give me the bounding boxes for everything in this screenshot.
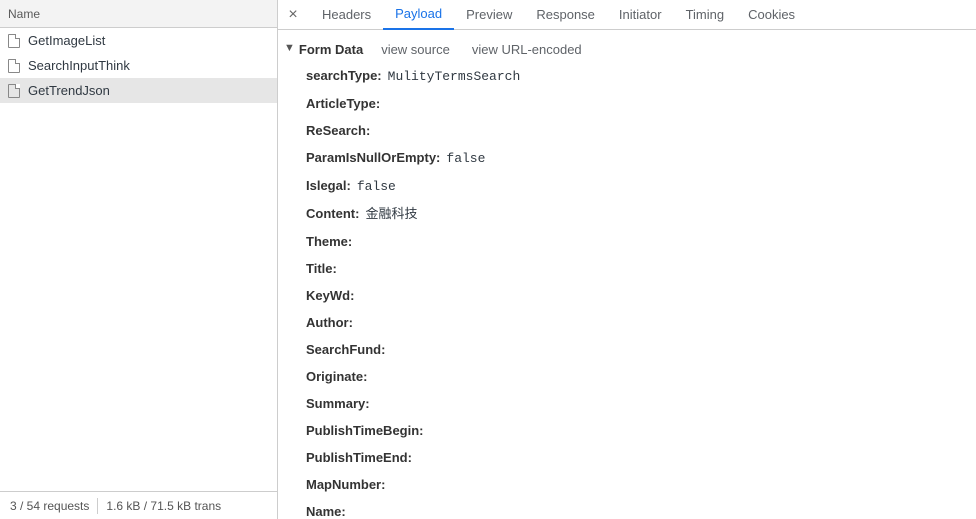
form-data-key: PublishTimeEnd bbox=[306, 444, 418, 471]
tab-response[interactable]: Response bbox=[524, 0, 607, 30]
request-row[interactable]: GetTrendJson bbox=[0, 78, 277, 103]
tab-timing[interactable]: Timing bbox=[674, 0, 737, 30]
form-data-row: Islegalfalse bbox=[306, 172, 976, 200]
request-row[interactable]: GetImageList bbox=[0, 28, 277, 53]
tab-headers-label: Headers bbox=[322, 7, 371, 22]
form-data-key: Name bbox=[306, 498, 352, 519]
tab-response-label: Response bbox=[536, 7, 595, 22]
form-data-row: Summary bbox=[306, 390, 976, 417]
form-data-key: SearchFund bbox=[306, 336, 391, 363]
form-data-row: Author bbox=[306, 309, 976, 336]
form-data-row: ArticleType bbox=[306, 90, 976, 117]
request-label: SearchInputThink bbox=[28, 58, 130, 73]
form-data-row: Name bbox=[306, 498, 976, 519]
request-label: GetTrendJson bbox=[28, 83, 110, 98]
form-data-key: Author bbox=[306, 309, 359, 336]
form-data-row: Content金融科技 bbox=[306, 200, 976, 228]
form-data-value: 金融科技 bbox=[365, 201, 417, 228]
request-label: GetImageList bbox=[28, 33, 105, 48]
form-data-key: searchType bbox=[306, 62, 388, 89]
form-data-key: Summary bbox=[306, 390, 376, 417]
form-data-row: Originate bbox=[306, 363, 976, 390]
form-data-key: KeyWd bbox=[306, 282, 360, 309]
file-icon bbox=[8, 84, 20, 98]
tab-timing-label: Timing bbox=[686, 7, 725, 22]
close-icon[interactable]: × bbox=[284, 6, 302, 24]
form-data-key: Content bbox=[306, 200, 365, 227]
request-list-header[interactable]: Name bbox=[0, 0, 277, 28]
tab-payload-label: Payload bbox=[395, 6, 442, 21]
form-data-key: MapNumber bbox=[306, 471, 391, 498]
status-transfer: 1.6 kB / 71.5 kB trans bbox=[106, 499, 221, 513]
file-icon bbox=[8, 59, 20, 73]
status-bar: 3 / 54 requests 1.6 kB / 71.5 kB trans bbox=[0, 491, 277, 519]
form-data-row: KeyWd bbox=[306, 282, 976, 309]
form-data-key: ReSearch bbox=[306, 117, 376, 144]
tab-payload[interactable]: Payload bbox=[383, 0, 454, 30]
payload-body[interactable]: ▼ Form Data view source view URL-encoded… bbox=[278, 30, 976, 519]
form-data-row: SearchFund bbox=[306, 336, 976, 363]
form-data-row: PublishTimeBegin bbox=[306, 417, 976, 444]
name-column-header: Name bbox=[8, 7, 40, 21]
form-data-key: Islegal bbox=[306, 172, 357, 199]
form-data-list: searchTypeMulityTermsSearchArticleTypeRe… bbox=[278, 62, 976, 519]
status-separator bbox=[97, 498, 98, 514]
tab-preview-label: Preview bbox=[466, 7, 512, 22]
form-data-row: ReSearch bbox=[306, 117, 976, 144]
form-data-key: PublishTimeBegin bbox=[306, 417, 430, 444]
status-requests: 3 / 54 requests bbox=[10, 499, 89, 513]
tab-bar: × Headers Payload Preview Response Initi… bbox=[278, 0, 976, 30]
form-data-value: false bbox=[446, 145, 485, 172]
form-data-row: MapNumber bbox=[306, 471, 976, 498]
form-data-row: Theme bbox=[306, 228, 976, 255]
tab-initiator-label: Initiator bbox=[619, 7, 662, 22]
view-url-encoded-link[interactable]: view URL-encoded bbox=[472, 42, 582, 57]
tab-cookies-label: Cookies bbox=[748, 7, 795, 22]
tab-initiator[interactable]: Initiator bbox=[607, 0, 674, 30]
form-data-value: false bbox=[357, 173, 396, 200]
form-data-key: Title bbox=[306, 255, 343, 282]
form-data-key: Originate bbox=[306, 363, 373, 390]
request-list-panel: Name GetImageList SearchInputThink GetTren… bbox=[0, 0, 278, 519]
request-list[interactable]: GetImageList SearchInputThink GetTrendJson bbox=[0, 28, 277, 491]
tab-headers[interactable]: Headers bbox=[310, 0, 383, 30]
form-data-row: PublishTimeEnd bbox=[306, 444, 976, 471]
form-data-section-header[interactable]: ▼ Form Data view source view URL-encoded bbox=[278, 36, 976, 62]
form-data-key: ParamIsNullOrEmpty bbox=[306, 144, 446, 171]
tab-preview[interactable]: Preview bbox=[454, 0, 524, 30]
detail-panel: × Headers Payload Preview Response Initi… bbox=[278, 0, 976, 519]
form-data-key: Theme bbox=[306, 228, 358, 255]
form-data-row: searchTypeMulityTermsSearch bbox=[306, 62, 976, 90]
tab-cookies[interactable]: Cookies bbox=[736, 0, 807, 30]
section-title: Form Data bbox=[299, 42, 363, 57]
form-data-key: ArticleType bbox=[306, 90, 386, 117]
form-data-value: MulityTermsSearch bbox=[388, 63, 521, 90]
file-icon bbox=[8, 34, 20, 48]
request-row[interactable]: SearchInputThink bbox=[0, 53, 277, 78]
disclosure-triangle-icon[interactable]: ▼ bbox=[284, 42, 295, 54]
form-data-row: ParamIsNullOrEmptyfalse bbox=[306, 144, 976, 172]
view-source-link[interactable]: view source bbox=[381, 42, 450, 57]
form-data-row: Title bbox=[306, 255, 976, 282]
